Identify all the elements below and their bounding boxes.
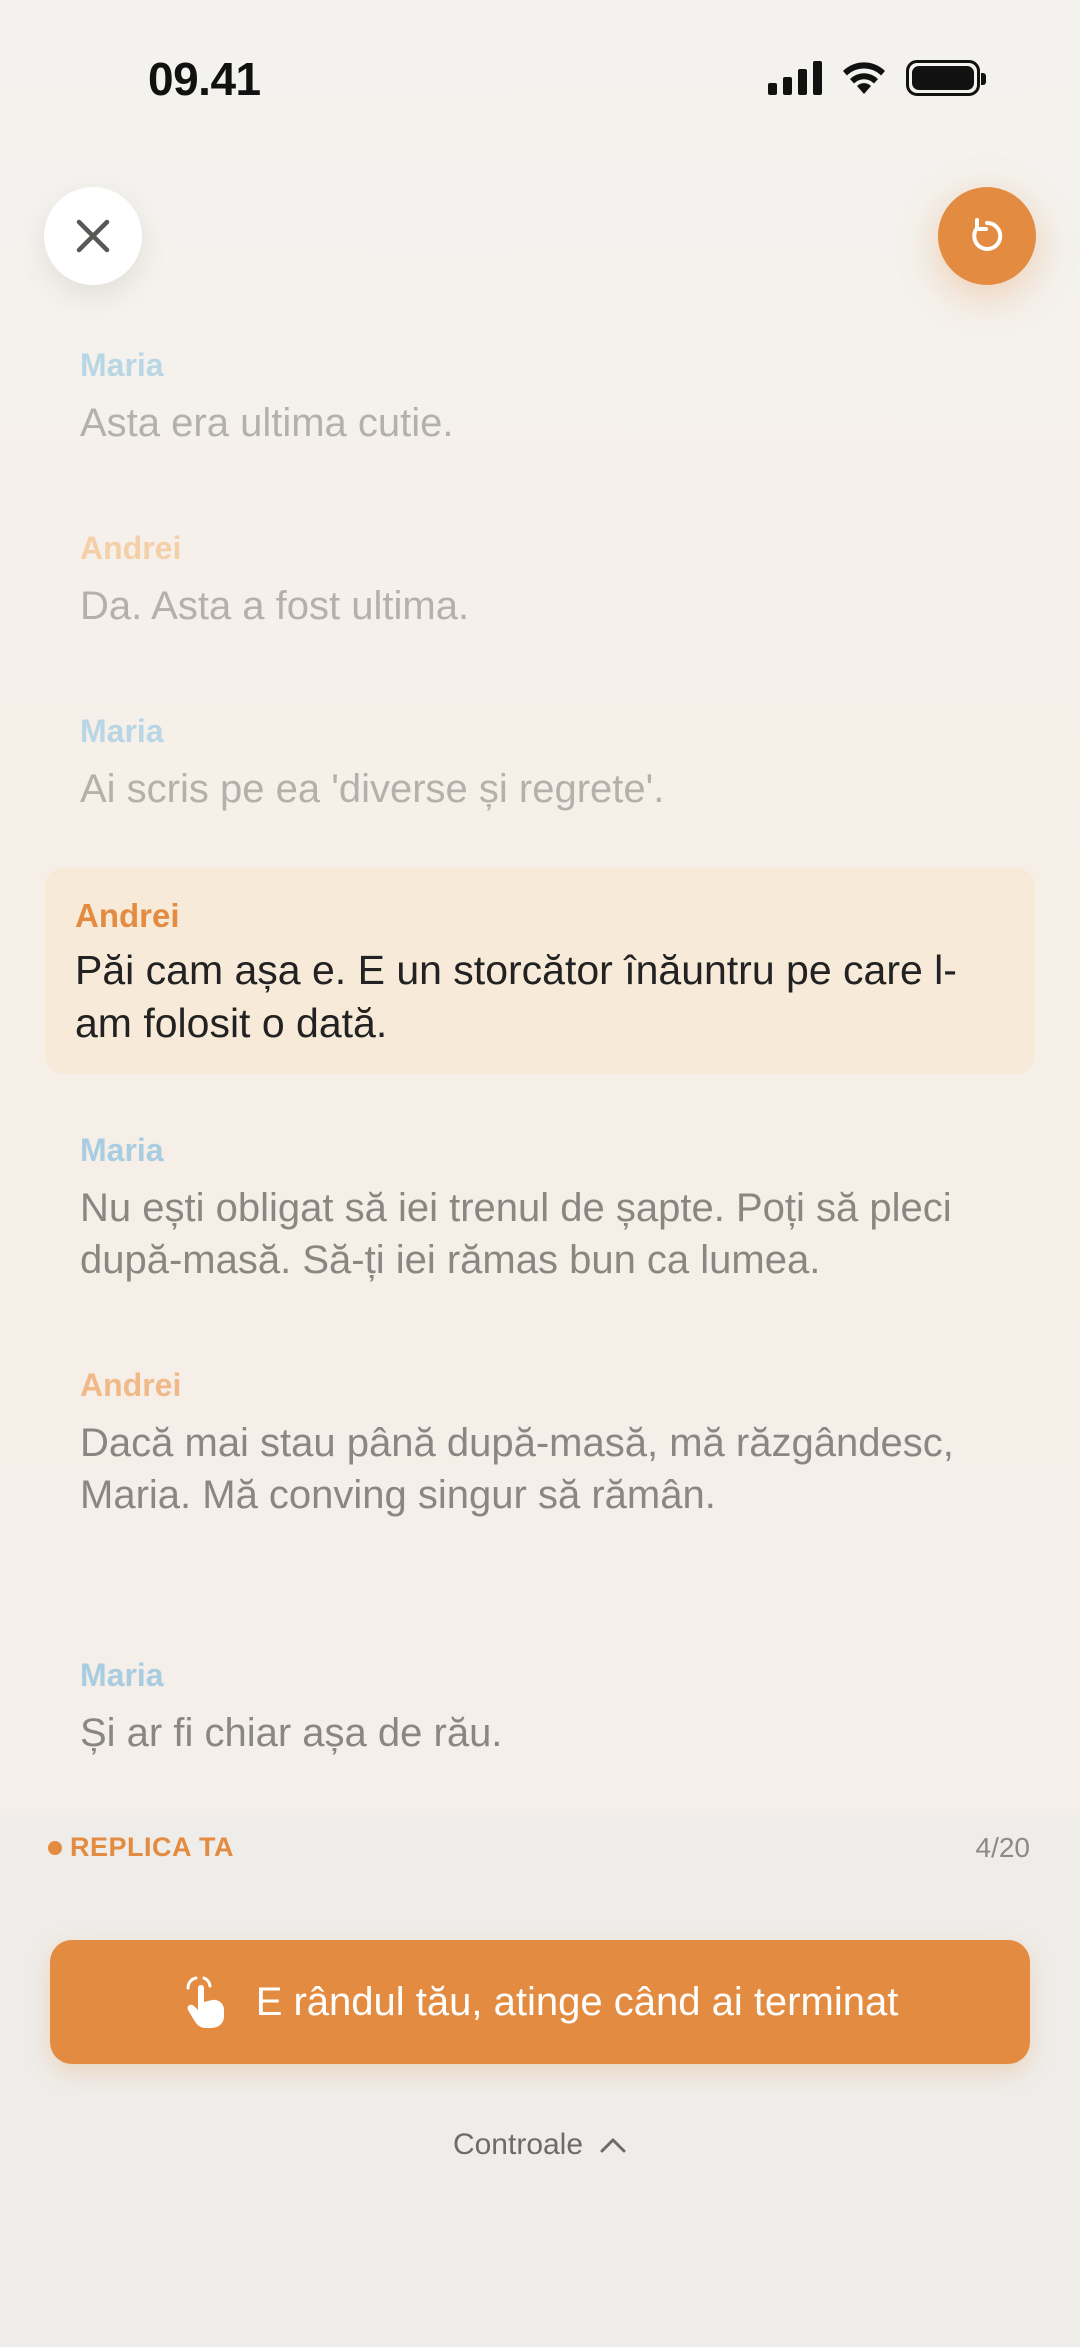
transcript-line-maria: Maria Și ar fi chiar așa de rău. xyxy=(80,1655,1020,1759)
close-icon xyxy=(76,219,110,253)
turn-done-label: E rândul tău, atinge când ai terminat xyxy=(255,1979,899,2024)
speaker-name: Andrei xyxy=(80,1367,182,1403)
line-text: Dacă mai stau până după-masă, mă răzgând… xyxy=(80,1421,954,1517)
active-line[interactable]: Andrei Păi cam așa e. E un storcător înă… xyxy=(45,868,1035,1074)
bottom-panel xyxy=(0,1815,1080,2347)
line-text: Păi cam așa e. E un storcător înăuntru p… xyxy=(75,947,957,1046)
status-time: 09.41 xyxy=(148,53,261,105)
speaker-name: Andrei xyxy=(75,897,180,934)
line-text: Nu ești obligat să iei trenul de șapte. … xyxy=(80,1186,952,1282)
transcript-line-andrei: Andrei Da. Asta a fost ultima. xyxy=(80,528,1020,632)
close-button[interactable] xyxy=(44,187,142,285)
speaker-name: Maria xyxy=(80,1657,164,1693)
status-icons xyxy=(768,58,986,98)
recording-dot-icon xyxy=(48,1840,62,1855)
controls-toggle[interactable]: Controale xyxy=(0,2128,1080,2162)
transcript-line-andrei: Andrei Dacă mai stau până după-masă, mă … xyxy=(80,1365,1020,1521)
restart-button[interactable] xyxy=(938,187,1036,285)
battery-icon xyxy=(906,60,986,96)
restart-icon xyxy=(972,218,1003,251)
transcript-line-maria: Maria Nu ești obligat să iei trenul de ș… xyxy=(80,1130,1020,1286)
transcript-line-maria: Maria Asta era ultima cutie. xyxy=(80,345,1020,449)
controls-label: Controale xyxy=(452,2128,584,2161)
speaker-name: Maria xyxy=(80,347,164,383)
turn-done-button[interactable]: E rândul tău, atinge când ai terminat xyxy=(50,1940,1030,2064)
cellular-signal-icon xyxy=(768,61,822,95)
status-bar: 09.41 xyxy=(0,0,1080,160)
line-text: Și ar fi chiar așa de rău. xyxy=(80,1711,503,1755)
replica-label-text: REPLICA TA xyxy=(70,1832,234,1862)
top-fade xyxy=(0,160,1080,330)
transcript-line-maria: Maria Ai scris pe ea 'diverse și regrete… xyxy=(80,711,1020,815)
tap-hand-icon xyxy=(186,1976,224,2028)
replica-label: REPLICA TA xyxy=(48,1832,234,1863)
line-text: Asta era ultima cutie. xyxy=(80,401,454,445)
line-text: Ai scris pe ea 'diverse și regrete'. xyxy=(80,767,665,811)
speaker-name: Maria xyxy=(80,1132,164,1168)
line-text: Da. Asta a fost ultima. xyxy=(80,584,470,628)
chevron-up-icon xyxy=(600,2138,626,2153)
wifi-icon xyxy=(843,62,885,94)
speaker-name: Maria xyxy=(80,713,164,749)
line-counter: 4/20 xyxy=(975,1832,1031,1863)
speaker-name: Andrei xyxy=(80,530,182,566)
screen: 09.41 Maria Asta era ultima cutie. Andre… xyxy=(0,0,1080,2347)
